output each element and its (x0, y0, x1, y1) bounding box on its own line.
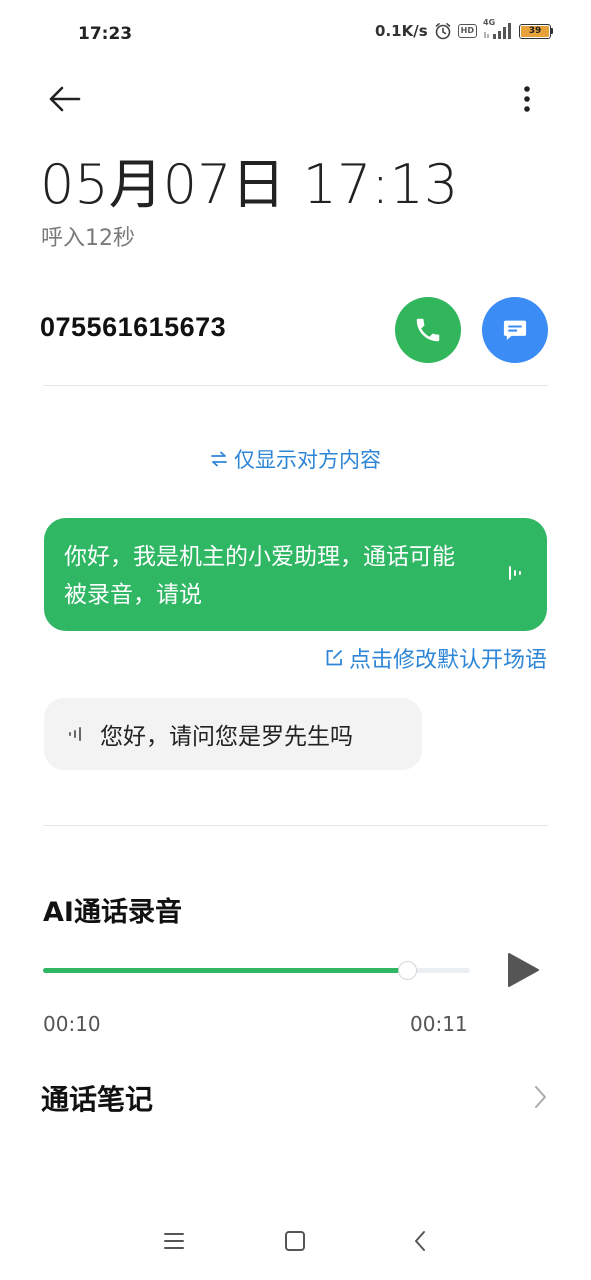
back-button[interactable] (44, 82, 84, 116)
edit-icon (326, 650, 342, 666)
arrow-left-icon (49, 86, 81, 112)
audio-wave-icon (509, 566, 521, 580)
edit-default-greeting-link[interactable]: 点击修改默认开场语 (325, 642, 547, 674)
divider (43, 825, 548, 826)
call-notes-label[interactable]: 通话笔记 (41, 1078, 153, 1118)
status-icons: 0.1K/s HD 4G 39 (375, 18, 553, 40)
playback-total-time: 00:11 (410, 1012, 468, 1036)
battery-icon: 39 (519, 23, 553, 39)
system-nav-bar (0, 1210, 591, 1260)
status-time: 17:23 (78, 24, 133, 44)
call-notes-chevron[interactable] (530, 1084, 550, 1110)
phone-icon (416, 318, 440, 342)
status-bar: 17:23 0.1K/s HD 4G 39 (0, 0, 591, 66)
signal-icon: 4G (483, 18, 513, 40)
outgoing-message-bubble[interactable]: 你好，我是机主的小爱助理，通话可能被录音，请说 (44, 518, 547, 631)
message-button[interactable] (482, 297, 548, 363)
alarm-icon (435, 23, 450, 40)
chevron-left-icon (415, 1231, 425, 1251)
toggle-label: 仅显示对方内容 (234, 448, 381, 472)
call-button[interactable] (395, 297, 461, 363)
battery-level: 39 (521, 25, 549, 37)
nav-home-button[interactable] (285, 1231, 305, 1251)
more-options-button[interactable] (514, 82, 540, 116)
recording-section-title: AI通话录音 (43, 897, 182, 928)
incoming-message-text: 您好，请问您是罗先生吗 (100, 724, 353, 750)
menu-icon (164, 1233, 184, 1249)
edit-link-label: 点击修改默认开场语 (348, 648, 547, 673)
audio-wave-icon (69, 727, 81, 741)
hd-badge: HD (457, 24, 477, 38)
chevron-right-icon (535, 1086, 546, 1108)
playback-progress-fill (43, 968, 411, 973)
swap-icon (211, 451, 227, 467)
nav-back-button[interactable] (412, 1230, 428, 1252)
nav-recents-button[interactable] (163, 1232, 185, 1250)
playback-current-time: 00:10 (43, 1012, 101, 1036)
divider (43, 385, 548, 386)
play-button[interactable] (506, 952, 540, 988)
play-icon (508, 953, 539, 987)
call-datetime: 05月07日 17:13 (40, 153, 459, 216)
phone-number: 075561615673 (40, 312, 227, 342)
message-icon (503, 320, 527, 340)
show-other-party-only-toggle[interactable]: 仅显示对方内容 (0, 444, 591, 474)
call-duration: 呼入12秒 (41, 226, 135, 251)
playback-scrubber-handle[interactable] (398, 961, 417, 980)
incoming-message-bubble[interactable]: 您好，请问您是罗先生吗 (44, 698, 422, 770)
network-speed: 0.1K/s (375, 22, 428, 40)
outgoing-message-text: 你好，我是机主的小爱助理，通话可能被录音，请说 (64, 544, 455, 608)
more-vertical-icon (524, 86, 530, 112)
